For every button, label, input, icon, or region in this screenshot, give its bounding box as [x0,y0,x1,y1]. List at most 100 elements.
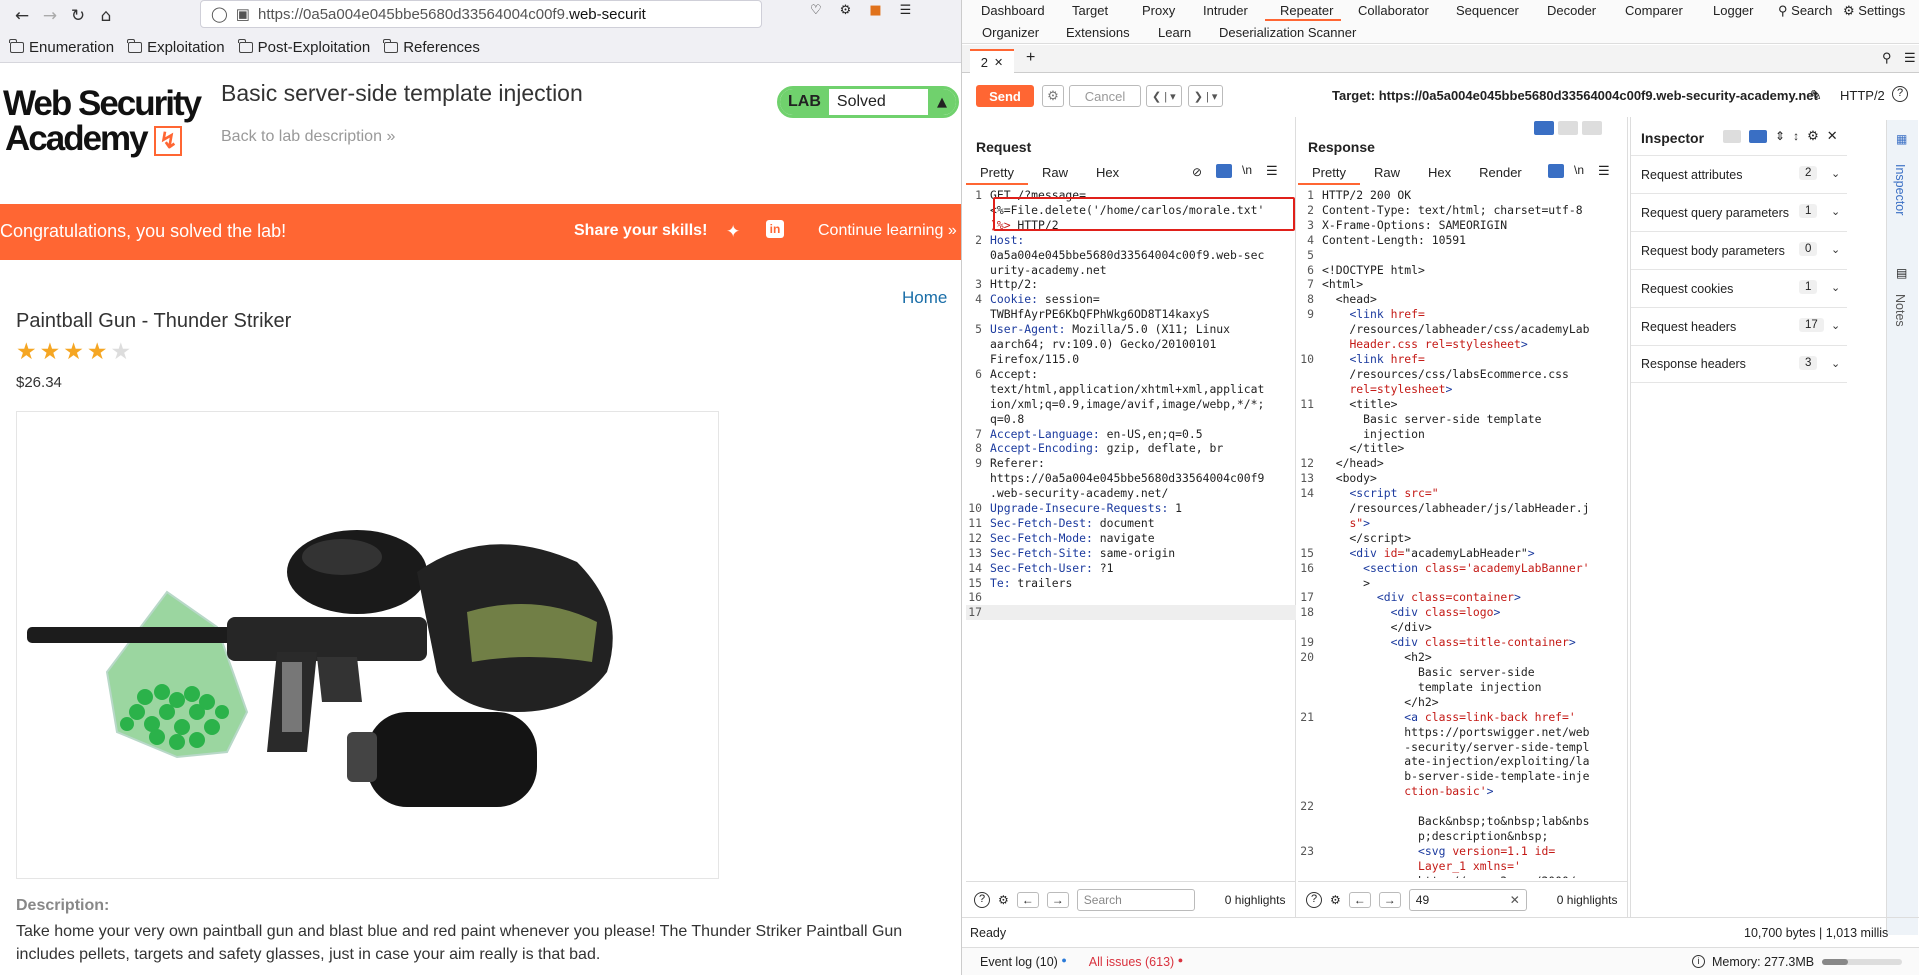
all-issues-link[interactable]: All issues (613) ● [1089,955,1183,969]
tab-hex[interactable]: Hex [1082,161,1133,185]
request-search-input[interactable]: Search [1076,888,1195,911]
tab-deserialization-scanner[interactable]: Deserialization Scanner [1219,25,1356,40]
tab-organizer[interactable]: Organizer [982,25,1039,40]
tab-decoder[interactable]: Decoder [1547,3,1596,18]
row-label: Request headers [1641,319,1737,334]
next-match-icon[interactable]: → [1378,891,1401,908]
tab-target[interactable]: Target [1072,3,1108,18]
gear-icon[interactable]: ⚙ [1330,893,1341,907]
row-label: Response headers [1641,357,1746,371]
home-icon[interactable]: ⌂ [92,2,120,30]
tab-extensions[interactable]: Extensions [1066,25,1130,40]
wrap-icon[interactable] [1548,164,1564,178]
next-match-icon[interactable]: → [1046,891,1069,908]
repeater-tab-2[interactable]: 2 ✕ [970,49,1014,73]
tab-dashboard[interactable]: Dashboard [981,3,1045,18]
tab-raw[interactable]: Raw [1360,161,1414,185]
continue-learning-link[interactable]: Continue learning » [818,222,957,240]
close-icon[interactable]: ✕ [994,56,1003,69]
search-button[interactable]: ⚲ Search [1778,3,1832,19]
forward-icon[interactable]: → [36,2,64,30]
close-icon[interactable]: ✕ [1827,128,1838,144]
menu-icon[interactable]: ☰ [1904,50,1916,66]
hide-icon[interactable]: ⊘ [1192,165,1202,179]
gear-icon[interactable]: ⚙ [1807,128,1819,144]
inspector-row-query-parameters[interactable]: Request query parameters 1 ⌄ [1631,193,1847,231]
search-icon[interactable]: ⚲ [1882,50,1892,66]
tab-repeater[interactable]: Repeater [1280,3,1333,18]
twitter-icon[interactable]: ✦ [726,222,740,242]
layout-icon-active[interactable] [1749,129,1767,143]
home-link[interactable]: Home [902,288,947,308]
newline-icon[interactable]: \n [1574,163,1584,177]
event-log-link[interactable]: Event log (10) ● [980,955,1067,969]
tab-raw[interactable]: Raw [1028,161,1082,185]
help-icon[interactable]: ? [974,891,990,908]
request-editor[interactable]: 1 GET /?message= <%=File.delete('/home/ca… [966,188,1296,878]
tab-comparer[interactable]: Comparer [1625,3,1683,18]
tab-proxy[interactable]: Proxy [1142,3,1175,18]
settings-button[interactable]: ⚙ Settings [1843,3,1905,19]
extensions-icon[interactable]: ⚙ [840,3,852,18]
send-button[interactable]: Send [976,85,1034,107]
protocol-label[interactable]: HTTP/2 [1840,88,1885,103]
bookmark-references[interactable]: References [383,38,480,56]
menu-icon[interactable]: ☰ [1266,163,1278,179]
vertical-view-icon[interactable] [1582,121,1602,135]
pocket-icon[interactable]: ♡ [810,3,822,18]
tab-collaborator[interactable]: Collaborator [1358,3,1429,18]
tab-learn[interactable]: Learn [1158,25,1191,40]
inspector-row-cookies[interactable]: Request cookies 1 ⌄ [1631,269,1847,307]
cancel-button[interactable]: Cancel [1069,85,1141,107]
inspector-row-response-headers[interactable]: Response headers 3 ⌄ [1631,345,1847,383]
prev-match-icon[interactable]: ← [1016,891,1039,908]
add-tab-icon[interactable]: + [1026,49,1035,67]
bookmark-exploitation[interactable]: Exploitation [127,38,225,56]
back-icon[interactable]: ← [8,2,36,30]
tab-pretty[interactable]: Pretty [1298,161,1360,185]
notes-icon[interactable]: ▤ [1896,266,1907,280]
prev-match-icon[interactable]: ← [1348,891,1371,908]
sidebar-tab-notes[interactable]: Notes [1893,294,1907,327]
help-icon[interactable]: ? [1892,86,1908,102]
tab-logger[interactable]: Logger [1713,3,1753,18]
response-search-input[interactable]: 49 ✕ [1408,888,1527,911]
help-icon[interactable]: ? [1306,891,1322,908]
split-view-icon[interactable] [1534,121,1554,135]
tab-pretty[interactable]: Pretty [966,161,1028,185]
url-bar[interactable]: ◯ ▣ https://0a5a004e045bbe5680d33564004c… [200,0,762,28]
horizontal-view-icon[interactable] [1558,121,1578,135]
collapse-icon[interactable]: ↕ [1793,129,1799,143]
bookmark-post-exploitation[interactable]: Post-Exploitation [237,38,370,56]
reload-icon[interactable]: ↻ [64,2,92,30]
gear-icon[interactable]: ⚙ [998,893,1009,907]
tab-hex[interactable]: Hex [1414,161,1465,185]
previous-request-button[interactable]: ❮ | ▾ [1146,85,1182,107]
edit-target-icon[interactable]: ✎ [1810,87,1822,104]
tab-sequencer[interactable]: Sequencer [1456,3,1519,18]
bookmark-enumeration[interactable]: Enumeration [9,38,114,56]
inspector-row-body-parameters[interactable]: Request body parameters 0 ⌄ [1631,231,1847,269]
inspector-side-icon[interactable]: ▦ [1896,132,1907,146]
back-to-lab-link[interactable]: Back to lab description » [221,128,395,146]
response-viewer[interactable]: 1 HTTP/2 200 OK 2 Content-Type: text/html;… [1298,188,1623,878]
layout-icon[interactable] [1723,129,1741,143]
layout-toggle[interactable] [1534,121,1602,135]
inspector-row-request-attributes[interactable]: Request attributes 2 ⌄ [1631,155,1847,193]
tab-intruder[interactable]: Intruder [1203,3,1248,18]
gear-icon[interactable]: ⚙ [1042,85,1064,107]
row-label: Request cookies [1641,281,1734,296]
menu-icon[interactable]: ☰ [1598,163,1610,179]
academy-logo[interactable]: Web Security Academy ↯ [3,86,202,156]
menu-icon[interactable]: ☰ [900,3,912,18]
expand-icon[interactable]: ⇕ [1775,129,1785,143]
sidebar-tab-inspector[interactable]: Inspector [1893,164,1907,215]
tab-render[interactable]: Render [1465,161,1536,185]
next-request-button[interactable]: ❯ | ▾ [1187,85,1224,107]
linkedin-icon[interactable]: in [766,220,784,238]
inspector-row-request-headers[interactable]: Request headers 17 ⌄ [1631,307,1847,345]
burp-extension-icon[interactable]: ■ [869,3,881,18]
clear-icon[interactable]: ✕ [1510,893,1520,907]
wrap-icon[interactable] [1216,164,1232,178]
newline-icon[interactable]: \n [1242,163,1252,177]
